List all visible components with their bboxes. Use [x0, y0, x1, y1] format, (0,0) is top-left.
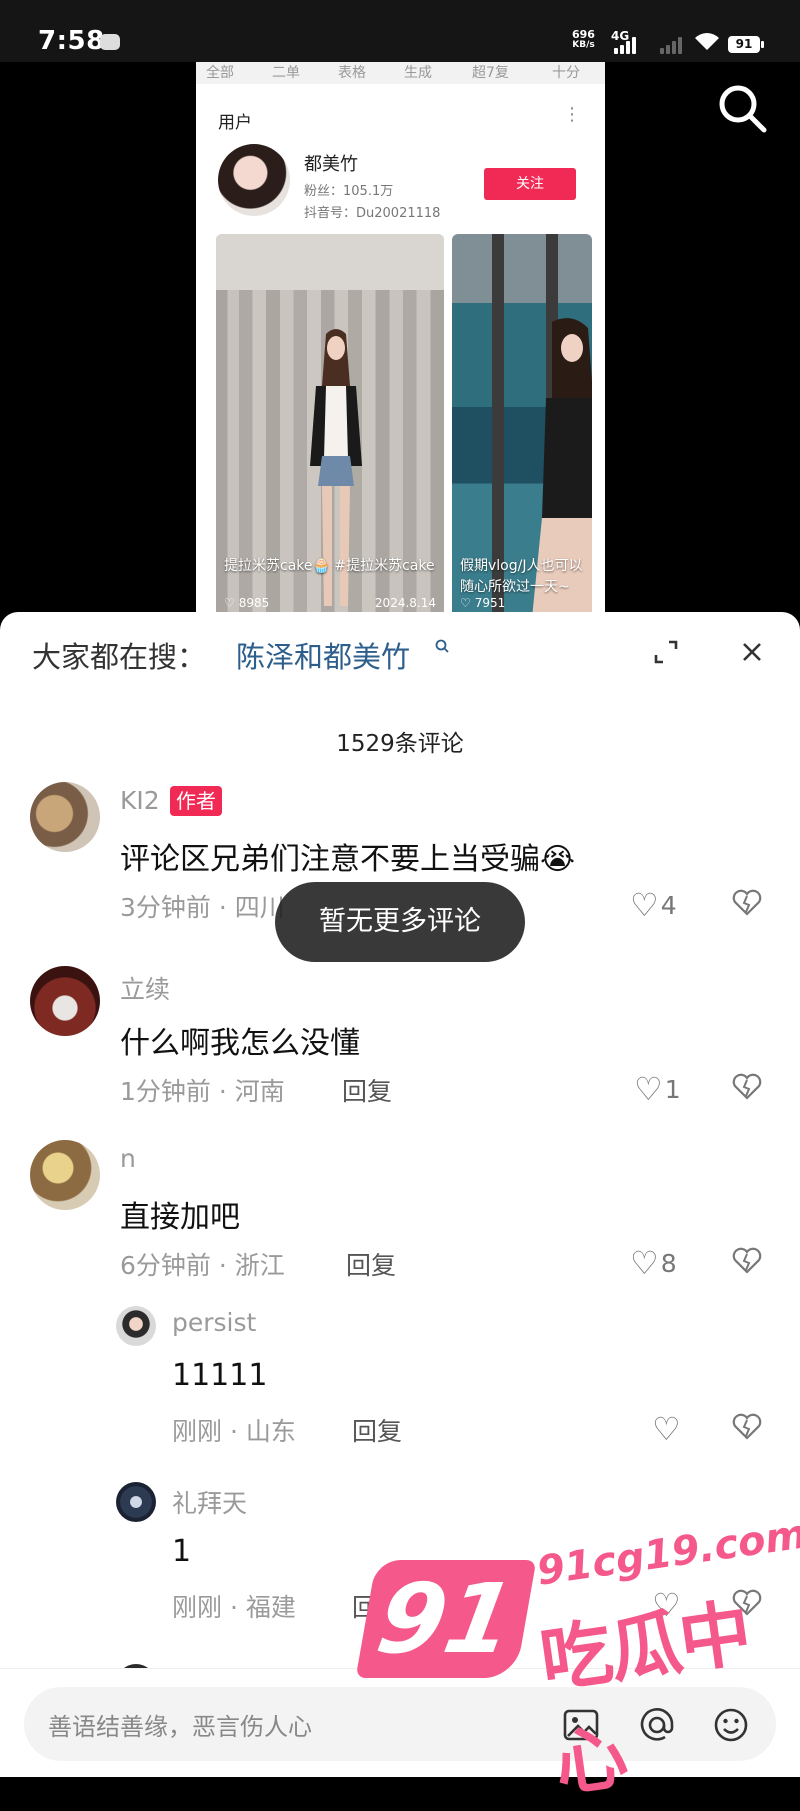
- avatar[interactable]: [116, 1482, 156, 1522]
- video-likes: ♡ 8985: [224, 596, 269, 610]
- comment-item: n 直接加吧 6分钟前 · 浙江 回复 ♡ 8: [0, 1140, 800, 1282]
- user-fans: 粉丝：105.1万: [304, 184, 394, 199]
- signal-icon: [614, 36, 644, 54]
- close-icon[interactable]: [738, 638, 766, 666]
- search-icon: [435, 639, 449, 653]
- heart-icon: ♡: [460, 596, 471, 610]
- toast-message: 暂无更多评论: [275, 882, 525, 962]
- dislike-icon[interactable]: [732, 1412, 762, 1442]
- comment-text[interactable]: 评论区兄弟们注意不要上当受骗😭: [120, 834, 575, 878]
- trending-label: 大家都在搜：: [32, 640, 207, 674]
- avatar: [218, 144, 290, 216]
- video-date: 2024.8.14: [374, 596, 436, 610]
- like-button[interactable]: ♡ 4: [630, 886, 677, 924]
- comment-meta: 1分钟前 · 河南: [120, 1077, 285, 1106]
- wifi-icon: [695, 33, 719, 50]
- dislike-icon[interactable]: [732, 1246, 762, 1276]
- heart-icon: ♡: [652, 1410, 681, 1448]
- avatar[interactable]: [30, 966, 100, 1036]
- follow-button: 关注: [484, 168, 576, 200]
- comment-text[interactable]: 什么啊我怎么没懂: [120, 1018, 360, 1062]
- shot-tabs: 全部 二单 表格 生成 超7复 十分: [196, 62, 605, 84]
- network-speed-unit: KB/s: [572, 40, 595, 50]
- author-badge: 作者: [170, 786, 222, 816]
- video-likes-value: 7951: [474, 596, 506, 610]
- like-count: 4: [660, 890, 677, 920]
- video-caption: 提拉米苏cake🧁 #提拉米苏cake: [224, 558, 435, 574]
- more-icon: ⋮: [563, 104, 581, 125]
- video-caption: 假期vlog/J人也可以随心所欲过一天~: [460, 558, 583, 595]
- shot-tab: 表格: [338, 65, 366, 81]
- video-thumbnail: 假期vlog/J人也可以随心所欲过一天~ ♡ 7951: [452, 234, 592, 618]
- section-title: 用户: [218, 113, 252, 133]
- comment-author[interactable]: n: [120, 1144, 136, 1173]
- comment-meta: 6分钟前 · 浙江: [120, 1251, 285, 1280]
- comment-count: 1529条评论: [336, 731, 464, 757]
- video-likes-value: 8985: [238, 596, 270, 610]
- search-icon[interactable]: [716, 82, 768, 134]
- shot-tab: 二单: [272, 65, 300, 81]
- network-speed-value: 696: [572, 28, 595, 41]
- shot-tab: 超7复: [472, 65, 509, 81]
- comment-text[interactable]: 1: [172, 1534, 191, 1569]
- status-bar: 7:58 696 KB/s 4G 91: [0, 0, 800, 62]
- like-button[interactable]: ♡ 1: [634, 1070, 681, 1108]
- reply-button[interactable]: 回复: [346, 1246, 396, 1282]
- watermark-text: 吃瓜中心: [534, 1590, 755, 1807]
- heart-icon: ♡: [630, 1244, 659, 1282]
- comment-author[interactable]: 礼拜天: [172, 1484, 247, 1520]
- signal-secondary-icon: [660, 36, 690, 54]
- shot-tab: 生成: [404, 65, 432, 81]
- watermark-number: 91: [355, 1560, 537, 1678]
- comment-author[interactable]: KI2: [120, 786, 160, 815]
- heart-icon: ♡: [224, 596, 235, 610]
- like-count: 1: [664, 1074, 681, 1104]
- shot-tab: 全部: [206, 65, 234, 81]
- heart-icon: ♡: [630, 886, 659, 924]
- video-likes: ♡ 7951: [460, 596, 505, 610]
- comment-author[interactable]: 立续: [120, 970, 170, 1006]
- comment-author[interactable]: persist: [172, 1308, 256, 1337]
- dislike-icon[interactable]: [732, 1072, 762, 1102]
- like-button[interactable]: ♡: [652, 1410, 683, 1448]
- heart-icon: ♡: [634, 1070, 663, 1108]
- comment-meta: 3分钟前 · 四川: [120, 893, 285, 922]
- trending-query-link[interactable]: 陈泽和都美竹: [236, 634, 410, 676]
- watermark-logo: 91 91cg19.com 吃瓜中心: [355, 1511, 800, 1807]
- comment-item: 立续 什么啊我怎么没懂 1分钟前 · 河南 回复 ♡ 1: [0, 966, 800, 1108]
- user-name: 都美竹: [304, 154, 358, 175]
- notification-icon: [100, 34, 120, 50]
- avatar[interactable]: [30, 1140, 100, 1210]
- comment-meta: 刚刚 · 山东: [172, 1417, 296, 1446]
- user-card: 用户 ⋮ 都美竹 粉丝：105.1万 抖音号：Du20021118 关注 提拉米…: [206, 88, 595, 622]
- reply-item: persist 11111 刚刚 · 山东 回复 ♡: [0, 1306, 800, 1448]
- battery-icon: 91: [728, 36, 764, 53]
- comment-meta: 刚刚 · 福建: [172, 1593, 296, 1622]
- network-speed: 696 KB/s: [572, 29, 595, 51]
- shot-tab: 十分: [552, 65, 580, 81]
- reply-button[interactable]: 回复: [352, 1412, 402, 1448]
- comment-text[interactable]: 直接加吧: [120, 1192, 240, 1236]
- like-count: 8: [660, 1248, 677, 1278]
- avatar[interactable]: [30, 782, 100, 852]
- like-button[interactable]: ♡ 8: [630, 1244, 677, 1282]
- avatar[interactable]: [116, 1306, 156, 1346]
- comment-text[interactable]: 11111: [172, 1358, 267, 1393]
- reply-button[interactable]: 回复: [342, 1072, 392, 1108]
- video-content: 全部 二单 表格 生成 超7复 十分 用户 ⋮ 都美竹 粉丝：105.1万 抖音…: [196, 62, 605, 622]
- dislike-icon[interactable]: [732, 888, 762, 918]
- comment-input-placeholder: 善语结善缘，恶言伤人心: [48, 1713, 312, 1741]
- expand-icon[interactable]: [652, 638, 680, 666]
- user-id: 抖音号：Du20021118: [304, 206, 441, 221]
- status-time: 7:58: [38, 26, 105, 56]
- video-thumbnail: 提拉米苏cake🧁 #提拉米苏cake ♡ 8985 2024.8.14: [216, 234, 444, 618]
